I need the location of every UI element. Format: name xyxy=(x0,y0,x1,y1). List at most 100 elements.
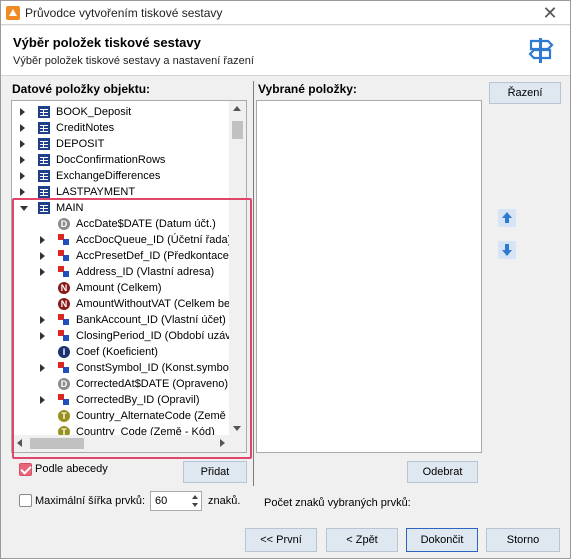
collapsed-arrow-icon[interactable] xyxy=(20,140,25,148)
tree-row[interactable]: N Amount (Celkem) xyxy=(12,280,230,296)
tree-row-label: CreditNotes xyxy=(56,122,115,134)
sort-button[interactable]: Řazení xyxy=(489,82,561,104)
arrow-stem xyxy=(505,217,509,223)
tree-row-label: LASTPAYMENT xyxy=(56,186,136,198)
collapsed-arrow-icon[interactable] xyxy=(20,188,25,196)
tree-row[interactable]: CorrectedBy_ID (Opravil) xyxy=(12,392,230,408)
scrollbar-corner xyxy=(229,435,246,452)
selected-items-list[interactable] xyxy=(256,100,482,453)
tree-row-label: CorrectedBy_ID (Opravil) xyxy=(76,394,200,406)
sort-alphabetically-checkbox[interactable] xyxy=(19,463,32,476)
expanded-arrow-icon[interactable] xyxy=(20,206,28,211)
max-width-checkbox[interactable] xyxy=(19,494,32,507)
window-title: Průvodce vytvořením tiskové sestavy xyxy=(25,6,223,20)
collapsed-arrow-icon[interactable] xyxy=(20,124,25,132)
tree-row[interactable]: D CorrectedAt$DATE (Opraveno) xyxy=(12,376,230,392)
tree-row-label: AccDate$DATE (Datum účt.) xyxy=(76,218,216,230)
date-icon: D xyxy=(58,218,70,230)
tree-row-label: BankAccount_ID (Vlastní účet) xyxy=(76,314,226,326)
tree-row[interactable]: D AccDate$DATE (Datum účt.) xyxy=(12,216,230,232)
max-width-label: Maximální šířka prvků: xyxy=(35,495,146,507)
first-button[interactable]: << První xyxy=(245,528,317,552)
tree-row[interactable]: AccDocQueue_ID (Účetní řada) xyxy=(12,232,230,248)
collapsed-arrow-icon[interactable] xyxy=(40,268,45,276)
collapsed-arrow-icon[interactable] xyxy=(40,364,45,372)
number-icon: N xyxy=(58,282,70,294)
number-icon: N xyxy=(58,298,70,310)
scroll-down-icon[interactable] xyxy=(233,426,241,431)
tree-horizontal-scrollbar[interactable] xyxy=(12,435,230,452)
tree-vertical-scrollbar[interactable] xyxy=(229,101,246,436)
tree-row[interactable]: T Country_AlternateCode (Země - xyxy=(12,408,230,424)
collapsed-arrow-icon[interactable] xyxy=(20,156,25,164)
tree-row-label: AccPresetDef_ID (Předkontace) xyxy=(76,250,230,262)
tree-row[interactable]: ConstSymbol_ID (Konst.symbol) xyxy=(12,360,230,376)
app-logo-icon xyxy=(6,6,20,20)
move-down-button[interactable] xyxy=(498,241,516,259)
collapsed-arrow-icon[interactable] xyxy=(40,396,45,404)
table-icon xyxy=(38,122,50,134)
date-icon: D xyxy=(58,378,70,390)
collapsed-arrow-icon[interactable] xyxy=(20,108,25,116)
tree-row[interactable]: N AmountWithoutVAT (Celkem bez xyxy=(12,296,230,312)
tree-row[interactable]: BOOK_Deposit xyxy=(12,104,230,120)
tree-row[interactable]: DocConfirmationRows xyxy=(12,152,230,168)
close-button[interactable]: ✕ xyxy=(540,3,560,23)
finish-button[interactable]: Dokončit xyxy=(406,528,478,552)
data-items-tree[interactable]: BOOK_Deposit CreditNotes DEPOSIT DocConfirm… xyxy=(11,100,247,453)
signpost-icon xyxy=(528,38,554,63)
tree-row[interactable]: AccPresetDef_ID (Předkontace) xyxy=(12,248,230,264)
stepper-up-icon[interactable] xyxy=(192,495,198,499)
tree-row[interactable]: ExchangeDifferences xyxy=(12,168,230,184)
arrow-down-icon xyxy=(502,250,512,256)
max-width-stepper[interactable]: 60 xyxy=(150,491,202,511)
scroll-right-icon[interactable] xyxy=(220,439,225,447)
tree-row-label: ConstSymbol_ID (Konst.symbol) xyxy=(76,362,230,374)
tree-row[interactable]: Address_ID (Vlastní adresa) xyxy=(12,264,230,280)
collapsed-arrow-icon[interactable] xyxy=(40,332,45,340)
tree-row-label: Coef (Koeficient) xyxy=(76,346,158,358)
back-button[interactable]: < Zpět xyxy=(326,528,398,552)
char-count-label: Počet znaků vybraných prvků: xyxy=(264,497,411,509)
collapsed-arrow-icon[interactable] xyxy=(40,236,45,244)
cancel-button[interactable]: Storno xyxy=(486,528,560,552)
max-width-value[interactable]: 60 xyxy=(155,495,167,507)
tree-row-label: Country_AlternateCode (Země - xyxy=(76,410,230,422)
add-button[interactable]: Přidat xyxy=(183,461,247,483)
page-subtitle: Výběr položek tiskové sestavy a nastaven… xyxy=(13,55,254,67)
tree-row[interactable]: ClosingPeriod_ID (Období uzávě xyxy=(12,328,230,344)
collapsed-arrow-icon[interactable] xyxy=(40,252,45,260)
relation-icon xyxy=(58,266,70,278)
sort-alphabetically-label: Podle abecedy xyxy=(35,463,108,475)
move-up-button[interactable] xyxy=(498,209,516,227)
tree-row[interactable]: MAIN xyxy=(12,200,230,216)
tree-row-label: Address_ID (Vlastní adresa) xyxy=(76,266,215,278)
tree-row-label: MAIN xyxy=(56,202,84,214)
data-items-label: Datové položky objektu: xyxy=(12,82,151,96)
tree-row-label: ExchangeDifferences xyxy=(56,170,161,182)
table-icon xyxy=(38,138,50,150)
tree-row-label: AccDocQueue_ID (Účetní řada) xyxy=(76,234,230,246)
remove-button[interactable]: Odebrat xyxy=(407,461,478,483)
tree-row[interactable]: CreditNotes xyxy=(12,120,230,136)
wizard-window: Průvodce vytvořením tiskové sestavy ✕ Vý… xyxy=(0,0,571,559)
relation-icon xyxy=(58,314,70,326)
tree-row[interactable]: DEPOSIT xyxy=(12,136,230,152)
scroll-left-icon[interactable] xyxy=(17,439,22,447)
table-icon xyxy=(38,186,50,198)
scroll-thumb[interactable] xyxy=(30,438,84,449)
tree-row[interactable]: BankAccount_ID (Vlastní účet) xyxy=(12,312,230,328)
tree-row[interactable]: I Coef (Koeficient) xyxy=(12,344,230,360)
table-icon xyxy=(38,202,50,214)
scroll-thumb[interactable] xyxy=(232,121,243,139)
title-bar: Průvodce vytvořením tiskové sestavy ✕ xyxy=(1,1,570,25)
chars-unit-label: znaků. xyxy=(208,495,241,507)
stepper-down-icon[interactable] xyxy=(192,503,198,507)
collapsed-arrow-icon[interactable] xyxy=(40,316,45,324)
collapsed-arrow-icon[interactable] xyxy=(20,172,25,180)
tree-row-label: AmountWithoutVAT (Celkem bez xyxy=(76,298,230,310)
scroll-up-icon[interactable] xyxy=(233,106,241,111)
tree-row-label: CorrectedAt$DATE (Opraveno) xyxy=(76,378,229,390)
tree-row[interactable]: LASTPAYMENT xyxy=(12,184,230,200)
relation-icon xyxy=(58,362,70,374)
